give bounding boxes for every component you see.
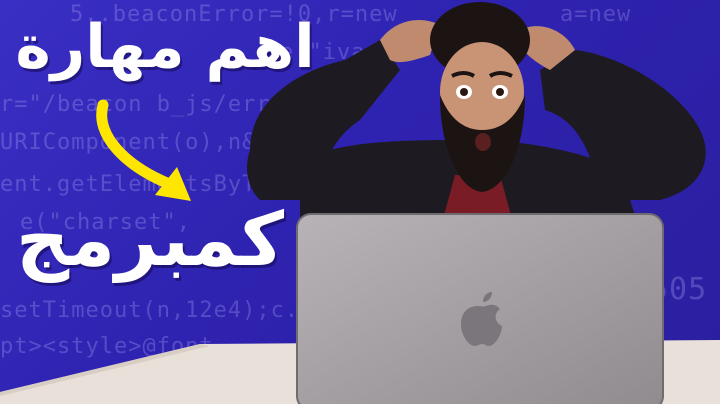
headline-line-2: كمبرمج [15, 197, 285, 283]
thumbnail-scene: 5..beaconError=!0,r=new e("ivar ns r="/b… [0, 0, 720, 404]
headline-line-1: اهم مهارة [15, 12, 315, 82]
laptop [296, 213, 664, 404]
